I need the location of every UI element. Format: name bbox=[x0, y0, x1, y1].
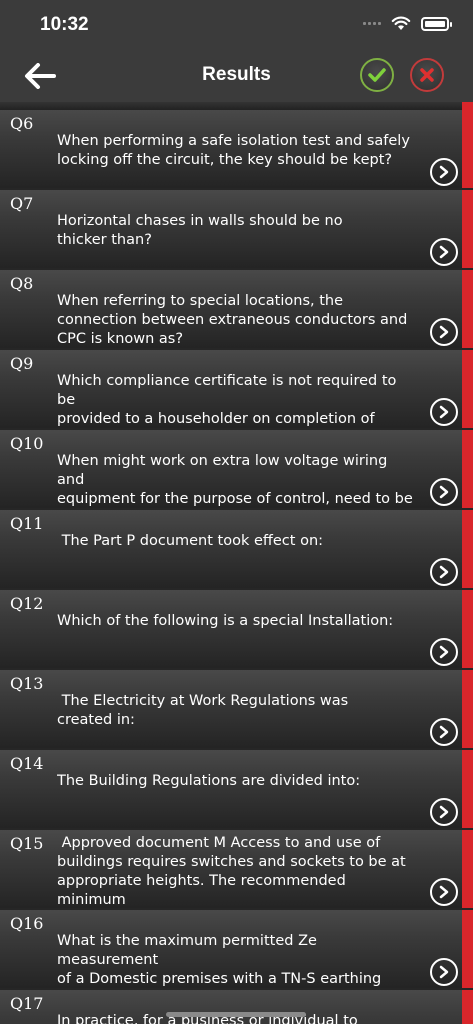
result-indicator-wrong bbox=[462, 510, 473, 588]
question-number: Q14 bbox=[10, 754, 44, 773]
chevron-right-icon[interactable] bbox=[430, 238, 458, 266]
question-text: Which compliance certificate is not requ… bbox=[57, 373, 397, 427]
result-indicator-wrong bbox=[462, 910, 473, 988]
question-number: Q17 bbox=[10, 994, 44, 1013]
result-indicator-wrong bbox=[462, 430, 473, 508]
question-row-q10[interactable]: Q10 When might work on extra low voltage… bbox=[0, 430, 473, 508]
status-icons bbox=[363, 16, 452, 31]
question-number: Q13 bbox=[10, 674, 44, 693]
cross-icon bbox=[420, 68, 434, 82]
result-indicator-wrong bbox=[462, 102, 473, 110]
chevron-right-icon[interactable] bbox=[430, 478, 458, 506]
show-correct-button[interactable] bbox=[360, 58, 394, 92]
status-time: 10:32 bbox=[40, 14, 89, 35]
question-number: Q6 bbox=[10, 114, 34, 133]
question-number: Q16 bbox=[10, 914, 44, 933]
question-text: The Electricity at Work Regulations was … bbox=[57, 693, 349, 728]
result-indicator-wrong bbox=[462, 110, 473, 188]
question-row-q17[interactable]: Q17 In practice, for a business or indiv… bbox=[0, 990, 473, 1024]
results-list[interactable]: Q6 When performing a safe isolation test… bbox=[0, 102, 473, 1024]
chevron-right-icon[interactable] bbox=[430, 878, 458, 906]
question-text: Approved document M Access to and use of… bbox=[57, 835, 406, 908]
question-number: Q15 bbox=[10, 834, 44, 853]
chevron-right-icon[interactable] bbox=[430, 158, 458, 186]
wifi-icon bbox=[391, 16, 411, 30]
question-row-q12[interactable]: Q12 Which of the following is a special … bbox=[0, 590, 473, 668]
question-text: Horizontal chases in walls should be no … bbox=[57, 213, 343, 248]
page-title: Results bbox=[202, 64, 271, 85]
chevron-right-icon[interactable] bbox=[430, 398, 458, 426]
question-text: The Part P document took effect on: bbox=[57, 533, 324, 549]
result-indicator-wrong bbox=[462, 670, 473, 748]
chevron-right-icon[interactable] bbox=[430, 798, 458, 826]
question-text: Which of the following is a special Inst… bbox=[57, 613, 394, 629]
previous-row-edge bbox=[0, 102, 462, 110]
chevron-right-icon[interactable] bbox=[430, 958, 458, 986]
result-indicator-wrong bbox=[462, 990, 473, 1024]
question-row-q11[interactable]: Q11 The Part P document took effect on: bbox=[0, 510, 473, 588]
home-indicator[interactable] bbox=[166, 1012, 306, 1017]
question-number: Q7 bbox=[10, 194, 34, 213]
question-row-q7[interactable]: Q7 Horizontal chases in walls should be … bbox=[0, 190, 473, 268]
question-text: When might work on extra low voltage wir… bbox=[57, 453, 413, 507]
result-indicator-wrong bbox=[462, 590, 473, 668]
checkmark-icon bbox=[368, 68, 386, 82]
status-bar: 10:32 bbox=[0, 0, 473, 50]
question-row-q8[interactable]: Q8 When referring to special locations, … bbox=[0, 270, 473, 348]
question-text: When performing a safe isolation test an… bbox=[57, 133, 410, 168]
chevron-right-icon[interactable] bbox=[430, 638, 458, 666]
question-row-q13[interactable]: Q13 The Electricity at Work Regulations … bbox=[0, 670, 473, 748]
question-text: When referring to special locations, the… bbox=[57, 293, 408, 347]
question-row-q16[interactable]: Q16 What is the maximum permitted Ze mea… bbox=[0, 910, 473, 988]
cellular-signal-icon bbox=[363, 22, 381, 25]
question-row-q6[interactable]: Q6 When performing a safe isolation test… bbox=[0, 110, 473, 188]
chevron-right-icon[interactable] bbox=[430, 558, 458, 586]
result-indicator-wrong bbox=[462, 190, 473, 268]
question-number: Q10 bbox=[10, 434, 44, 453]
question-text: What is the maximum permitted Ze measure… bbox=[57, 933, 382, 987]
question-number: Q9 bbox=[10, 354, 34, 373]
chevron-right-icon[interactable] bbox=[430, 318, 458, 346]
question-number: Q12 bbox=[10, 594, 44, 613]
result-indicator-wrong bbox=[462, 350, 473, 428]
question-row-q15[interactable]: Q15 Approved document M Access to and us… bbox=[0, 830, 473, 908]
battery-icon bbox=[421, 16, 452, 31]
result-indicator-wrong bbox=[462, 750, 473, 828]
question-row-q9[interactable]: Q9 Which compliance certificate is not r… bbox=[0, 350, 473, 428]
question-text: The Building Regulations are divided int… bbox=[57, 773, 361, 789]
show-wrong-button[interactable] bbox=[410, 58, 444, 92]
chevron-right-icon[interactable] bbox=[430, 718, 458, 746]
question-number: Q8 bbox=[10, 274, 34, 293]
question-number: Q11 bbox=[10, 514, 44, 533]
result-indicator-wrong bbox=[462, 270, 473, 348]
result-indicator-wrong bbox=[462, 830, 473, 908]
navigation-bar: Results bbox=[0, 50, 473, 102]
question-row-q14[interactable]: Q14 The Building Regulations are divided… bbox=[0, 750, 473, 828]
